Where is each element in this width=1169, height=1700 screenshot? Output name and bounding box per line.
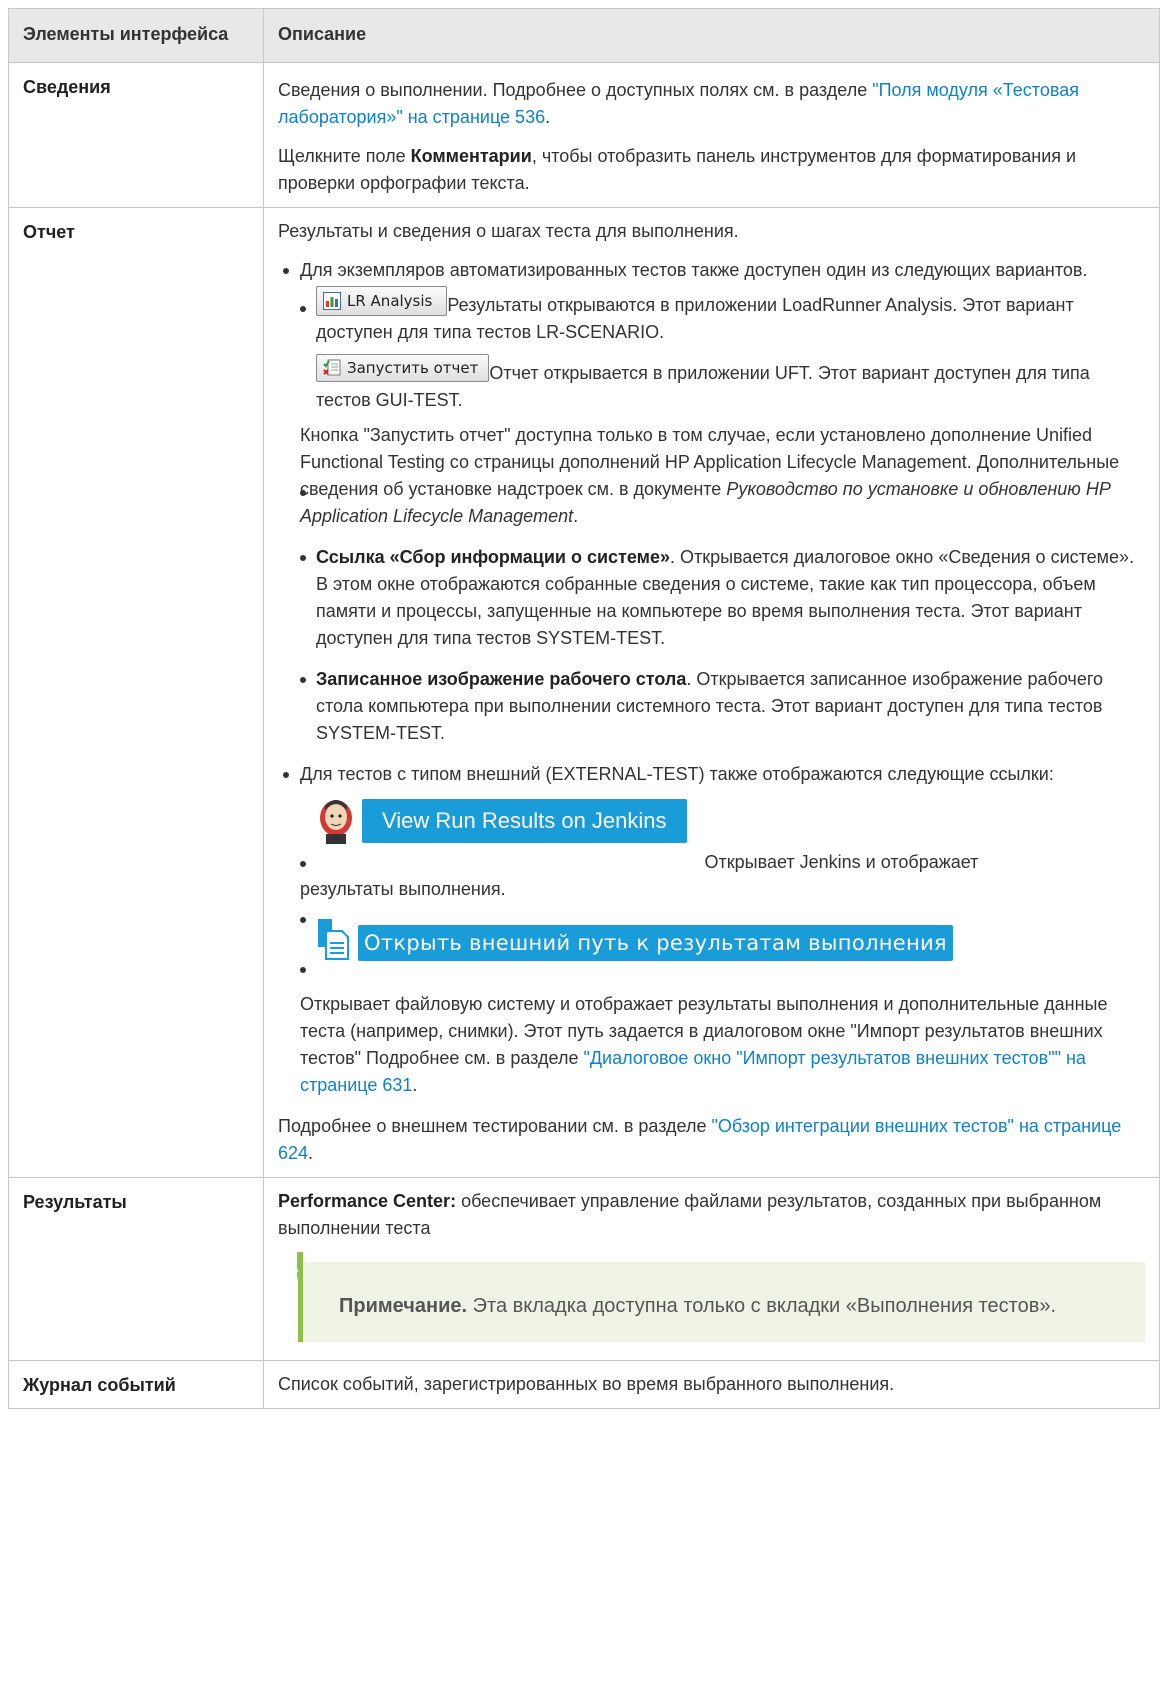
comments-text-pre: Щелкните поле: [278, 146, 411, 166]
desktop-capture-label: Записанное изображение рабочего стола: [316, 669, 687, 689]
details-text: Сведения о выполнении. Подробнее о досту…: [278, 80, 873, 100]
lr-analysis-button[interactable]: LR Analysis: [316, 286, 448, 316]
table-row-report: Отчет Результаты и сведения о шагах тест…: [8, 207, 1160, 1178]
note-text: Эта вкладка доступна только с вкладки «В…: [467, 1295, 1056, 1317]
performance-center-label: Performance Center:: [278, 1191, 457, 1211]
report-list: Для экземпляров автоматизированных тесто…: [278, 257, 1145, 1099]
lr-analysis-label: LR Analysis: [347, 291, 433, 310]
run-report-note: Кнопка "Запустить отчет" доступна только…: [300, 422, 1145, 530]
list-item-lr-analysis: LR Analysis Результаты открываются в при…: [300, 286, 1145, 346]
table-row-details: Сведения Сведения о выполнении. Подробне…: [8, 62, 1160, 208]
automated-options-list: LR Analysis Результаты открываются в при…: [300, 286, 1145, 747]
table-header-row: Элементы интерфейса Описание: [8, 8, 1160, 63]
external-more-end: .: [308, 1143, 314, 1163]
results-paragraph: Performance Center: обеспечивает управле…: [278, 1188, 1145, 1242]
jenkins-link[interactable]: View Run Results on Jenkins: [316, 796, 687, 846]
external-more-paragraph: Подробнее о внешнем тестировании см. в р…: [278, 1113, 1145, 1167]
run-report-note-end: .: [573, 506, 579, 526]
jenkins-button-label: View Run Results on Jenkins: [362, 799, 687, 843]
external-path-desc: Открывает файловую систему и отображает …: [300, 967, 1145, 1099]
list-item-sysinfo: Ссылка «Сбор информации о системе». Откр…: [300, 544, 1145, 652]
list-item-external-path: Открыть внешний путь к результатам выпол…: [300, 917, 1145, 1099]
header-ui-elements: Элементы интерфейса: [8, 8, 264, 63]
bullet-dot: [300, 967, 306, 973]
jenkins-text: Открывает Jenkins и отображает: [704, 852, 979, 872]
row-desc-eventlog: Список событий, зарегистрированных во вр…: [263, 1360, 1160, 1409]
external-more-text: Подробнее о внешнем тестировании см. в р…: [278, 1116, 712, 1136]
list-item-run-report: Запустить отчет Отчет открывается в прил…: [300, 354, 1145, 530]
ui-elements-table: Элементы интерфейса Описание Сведения Св…: [8, 8, 1160, 1409]
external-links-list: View Run Results on Jenkins Открывает Je…: [300, 796, 1145, 1099]
list-item-automated: Для экземпляров автоматизированных тесто…: [283, 257, 1145, 747]
report-intro: Результаты и сведения о шагах теста для …: [278, 221, 739, 241]
external-intro: Для тестов с типом внешний (EXTERNAL-TES…: [300, 764, 1054, 784]
table-row-eventlog: Журнал событий Список событий, зарегистр…: [8, 1360, 1160, 1409]
automated-intro: Для экземпляров автоматизированных тесто…: [300, 260, 1088, 280]
details-text-end: .: [545, 107, 551, 127]
external-path-button-label: Открыть внешний путь к результатам выпол…: [358, 925, 953, 961]
details-paragraph: Сведения о выполнении. Подробнее о досту…: [278, 77, 1145, 131]
row-desc-report: Результаты и сведения о шагах теста для …: [263, 207, 1160, 1178]
note-label: Примечание.: [339, 1295, 468, 1317]
comments-paragraph: Щелкните поле Комментарии, чтобы отобраз…: [278, 143, 1145, 197]
list-item-external: Для тестов с типом внешний (EXTERNAL-TES…: [283, 761, 1145, 1099]
run-report-button[interactable]: Запустить отчет: [316, 354, 490, 382]
list-item-jenkins: View Run Results on Jenkins Открывает Je…: [300, 796, 1145, 903]
row-name-eventlog: Журнал событий: [8, 1360, 264, 1409]
row-name-details: Сведения: [8, 62, 264, 208]
sysinfo-link-label: Ссылка «Сбор информации о системе»: [316, 547, 670, 567]
comments-field-label: Комментарии: [410, 146, 532, 166]
jenkins-text-2: результаты выполнения.: [300, 879, 506, 899]
run-report-label: Запустить отчет: [347, 358, 479, 377]
list-item-desktop: Записанное изображение рабочего стола. О…: [300, 666, 1145, 747]
row-name-report: Отчет: [8, 207, 264, 1178]
report-icon: [323, 359, 341, 376]
chart-icon: [323, 292, 341, 310]
header-description: Описание: [263, 8, 1160, 63]
table-row-results: Результаты Performance Center: обеспечив…: [8, 1177, 1160, 1361]
note-box: Примечание. Эта вкладка доступна только …: [297, 1252, 1145, 1342]
document-icon: [318, 919, 349, 960]
row-desc-results: Performance Center: обеспечивает управле…: [263, 1177, 1160, 1361]
row-name-results: Результаты: [8, 1177, 264, 1361]
external-path-link[interactable]: Открыть внешний путь к результатам выпол…: [316, 917, 953, 961]
jenkins-icon: [320, 800, 352, 844]
row-desc-details: Сведения о выполнении. Подробнее о досту…: [263, 62, 1160, 208]
exclamation-icon: [297, 1252, 303, 1278]
external-path-text-end: .: [412, 1075, 418, 1095]
